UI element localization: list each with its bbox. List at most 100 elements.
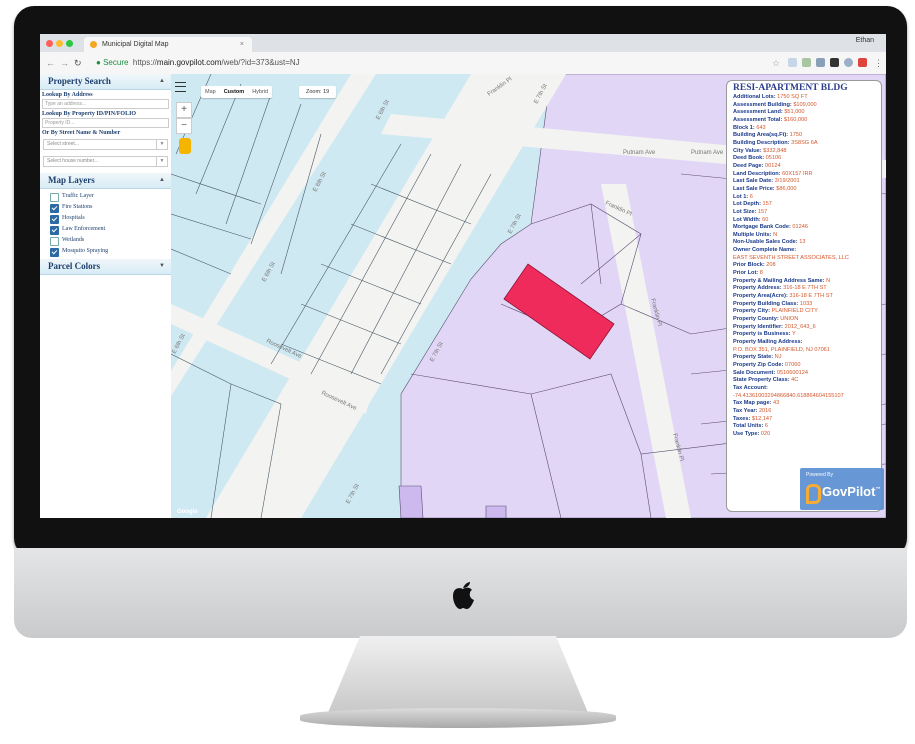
dropdown-arrow-icon[interactable]: ▼	[156, 140, 167, 149]
attribute-row: Multiple Units: N	[733, 232, 881, 240]
attribute-key: Sale Document:	[733, 369, 776, 376]
forward-arrow-icon[interactable]: →	[60, 58, 69, 68]
map-layer-item[interactable]: Hospitals	[40, 213, 171, 224]
tab-close-icon[interactable]: ×	[240, 37, 244, 52]
extension-icon[interactable]	[858, 58, 867, 67]
outbuilding[interactable]	[485, 505, 507, 518]
map-type-control: Map Custom Hybrid	[201, 86, 273, 98]
attribute-value: $160,000	[783, 116, 808, 123]
screen: Municipal Digital Map × Ethan ← → ↻ ● Se…	[40, 34, 886, 518]
map-layer-item[interactable]: Law Enforcement	[40, 224, 171, 235]
lookup-id-label: Lookup By Property ID/PIN/FOLIO	[42, 111, 137, 117]
attribute-key: Property City:	[733, 308, 770, 315]
zoom-in-button[interactable]: +	[176, 102, 192, 118]
dropdown-arrow-icon[interactable]: ▼	[156, 157, 167, 166]
attribute-value: 07060	[784, 361, 801, 368]
zoom-out-button[interactable]: −	[176, 118, 192, 134]
reload-icon[interactable]: ↻	[74, 58, 82, 69]
address-input[interactable]: Type an address...	[42, 99, 169, 109]
url-host: main.govpilot.com	[156, 58, 222, 67]
lookup-address-label: Lookup By Address	[42, 92, 93, 98]
property-id-input[interactable]: Property ID...	[42, 118, 169, 128]
attribute-row: Owner Complete Name:	[733, 247, 881, 255]
map-type-custom[interactable]: Custom	[220, 89, 248, 95]
close-window-icon[interactable]	[46, 40, 53, 47]
attribute-row: Property Building Class: 1033	[733, 301, 881, 309]
layer-checkbox[interactable]	[50, 248, 59, 257]
profile-name[interactable]: Ethan	[856, 37, 874, 44]
attribute-value: UNION	[780, 316, 799, 323]
street-select[interactable]: Select street... ▼	[43, 139, 168, 150]
attribute-row: Tax Account:	[733, 385, 881, 393]
attribute-value: 3/19/2001	[774, 178, 800, 185]
property-search-title: Property Search	[48, 76, 111, 86]
parcel-colors-header[interactable]: Parcel Colors ▼	[40, 259, 171, 275]
extension-icon[interactable]	[788, 58, 797, 67]
google-watermark: Google	[177, 509, 198, 515]
collapse-caret-icon[interactable]: ▲	[159, 74, 165, 89]
attribute-key: Deed Page:	[733, 162, 764, 169]
attribute-value: 8	[759, 270, 763, 277]
attribute-value: N	[826, 277, 831, 284]
map-layer-item[interactable]: Mosquito Spraying	[40, 246, 171, 257]
attribute-row: Tax Year: 2016	[733, 408, 881, 416]
layer-checkbox[interactable]	[50, 193, 59, 202]
attribute-row: Additional Lots: 1750 SQ FT	[733, 94, 881, 102]
layer-checkbox[interactable]	[50, 226, 59, 235]
attribute-key: Use Type:	[733, 430, 760, 437]
attribute-value-continued: EAST SEVENTH STREET ASSOCIATES, LLC	[733, 254, 849, 261]
map-type-hybrid[interactable]: Hybrid	[248, 89, 272, 95]
attribute-value: 0510600124	[776, 369, 808, 376]
property-search-header[interactable]: Property Search ▲	[40, 74, 171, 90]
lock-icon: ●	[96, 58, 101, 67]
attribute-key: Last Sale Date:	[733, 178, 774, 185]
street-view-pegman-icon[interactable]	[179, 138, 191, 154]
attribute-row: State Property Class: 4C	[733, 377, 881, 385]
map-layer-item[interactable]: Fire Stations	[40, 202, 171, 213]
attribute-key: Property is Business:	[733, 331, 791, 338]
browser-tab[interactable]: Municipal Digital Map ×	[84, 37, 252, 52]
expand-caret-icon[interactable]: ▼	[159, 259, 165, 274]
attribute-value: PLAINFIELD CITY	[771, 308, 818, 315]
browser-tab-bar: Municipal Digital Map × Ethan	[40, 34, 886, 52]
brand-name-text: GovPilot	[822, 484, 876, 499]
back-arrow-icon[interactable]: ←	[46, 58, 55, 68]
outbuilding[interactable]	[398, 485, 424, 518]
layer-checkbox[interactable]	[50, 215, 59, 224]
attribute-row: Total Units: 6	[733, 423, 881, 431]
attribute-row: Prior Block: 208	[733, 262, 881, 270]
extension-icon[interactable]	[816, 58, 825, 67]
map-type-map[interactable]: Map	[201, 89, 220, 95]
extension-icon[interactable]	[830, 58, 839, 67]
house-number-select[interactable]: Select house number... ▼	[43, 156, 168, 167]
map-menu-icon[interactable]	[175, 82, 186, 92]
attribute-row: Building Description: 3S8SG 6A	[733, 140, 881, 148]
map-layer-item[interactable]: Wetlands	[40, 235, 171, 246]
map-layers-header[interactable]: Map Layers ▲	[40, 173, 171, 189]
attribute-row: Property Identifier: 2012_643_6	[733, 324, 881, 332]
layer-checkbox[interactable]	[50, 237, 59, 246]
minimize-window-icon[interactable]	[56, 40, 63, 47]
attribute-value: 316-18 E 7TH ST	[789, 293, 833, 300]
zoom-level-indicator: Zoom: 19	[299, 86, 337, 98]
url-field[interactable]: ● Secure https://main.govpilot.com/web/?…	[96, 58, 300, 67]
layer-checkbox[interactable]	[50, 204, 59, 213]
attribute-row: Use Type: 020	[733, 431, 881, 439]
extension-icon[interactable]	[802, 58, 811, 67]
attribute-row: Property County: UNION	[733, 316, 881, 324]
attribute-value: NJ	[774, 354, 782, 361]
browser-menu-icon[interactable]: ⋮	[874, 58, 883, 69]
apple-logo-icon	[453, 582, 474, 609]
attribute-row: Last Sale Date: 3/19/2001	[733, 178, 881, 186]
attribute-key: Last Sale Price:	[733, 185, 775, 192]
govpilot-badge[interactable]: Powered By GovPilot™	[800, 468, 884, 510]
extension-icon[interactable]	[844, 58, 853, 67]
attribute-key: Mortgage Bank Code:	[733, 224, 791, 231]
bookmark-star-icon[interactable]: ☆	[772, 58, 780, 69]
attribute-key: Multiple Units:	[733, 231, 772, 238]
maximize-window-icon[interactable]	[66, 40, 73, 47]
collapse-caret-icon[interactable]: ▲	[159, 173, 165, 188]
attribute-key: Property Zip Code:	[733, 361, 784, 368]
attribute-row: Assessment Land: $51,000	[733, 109, 881, 117]
map-layer-item[interactable]: Traffic Layer	[40, 191, 171, 202]
